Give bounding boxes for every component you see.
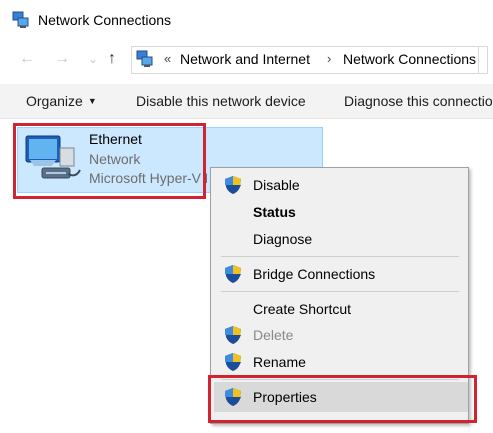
menu-separator [221, 256, 459, 257]
uac-shield-icon [225, 326, 241, 344]
annotation-highlight-properties [208, 375, 477, 423]
address-overflow-icon[interactable]: « [164, 51, 171, 66]
recent-locations-chevron-icon[interactable]: ⌄ [88, 49, 98, 69]
back-arrow-icon[interactable]: ← [19, 49, 35, 69]
breadcrumb-network-connections[interactable]: Network Connections [343, 51, 476, 67]
address-dropdown-button[interactable] [478, 46, 493, 74]
menu-item-bridge-connections[interactable]: Bridge Connections [253, 266, 375, 282]
breadcrumb-separator-icon[interactable]: › [327, 51, 331, 66]
annotation-highlight-ethernet [13, 123, 206, 199]
window-title: Network Connections [38, 12, 172, 28]
dropdown-caret-icon: ▼ [87, 96, 97, 106]
network-connections-icon [12, 11, 29, 28]
organize-label: Organize [26, 93, 83, 109]
uac-shield-icon [225, 353, 241, 371]
breadcrumb-network-and-internet[interactable]: Network and Internet [180, 51, 310, 67]
disable-device-button[interactable]: Disable this network device [136, 93, 306, 109]
menu-item-disable[interactable]: Disable [253, 177, 300, 193]
menu-item-status[interactable]: Status [253, 204, 296, 220]
network-folder-icon [136, 50, 153, 67]
menu-item-create-shortcut[interactable]: Create Shortcut [253, 301, 351, 317]
menu-item-rename[interactable]: Rename [253, 354, 306, 370]
menu-separator [221, 291, 459, 292]
organize-button[interactable]: Organize ▼ [26, 93, 97, 109]
menu-item-diagnose[interactable]: Diagnose [253, 231, 312, 247]
uac-shield-icon [225, 265, 241, 283]
uac-shield-icon [225, 176, 241, 194]
menu-item-delete: Delete [253, 327, 294, 343]
forward-arrow-icon[interactable]: → [54, 49, 70, 69]
diagnose-connection-button[interactable]: Diagnose this connection [344, 93, 493, 109]
up-arrow-icon[interactable]: ↑ [108, 49, 116, 69]
